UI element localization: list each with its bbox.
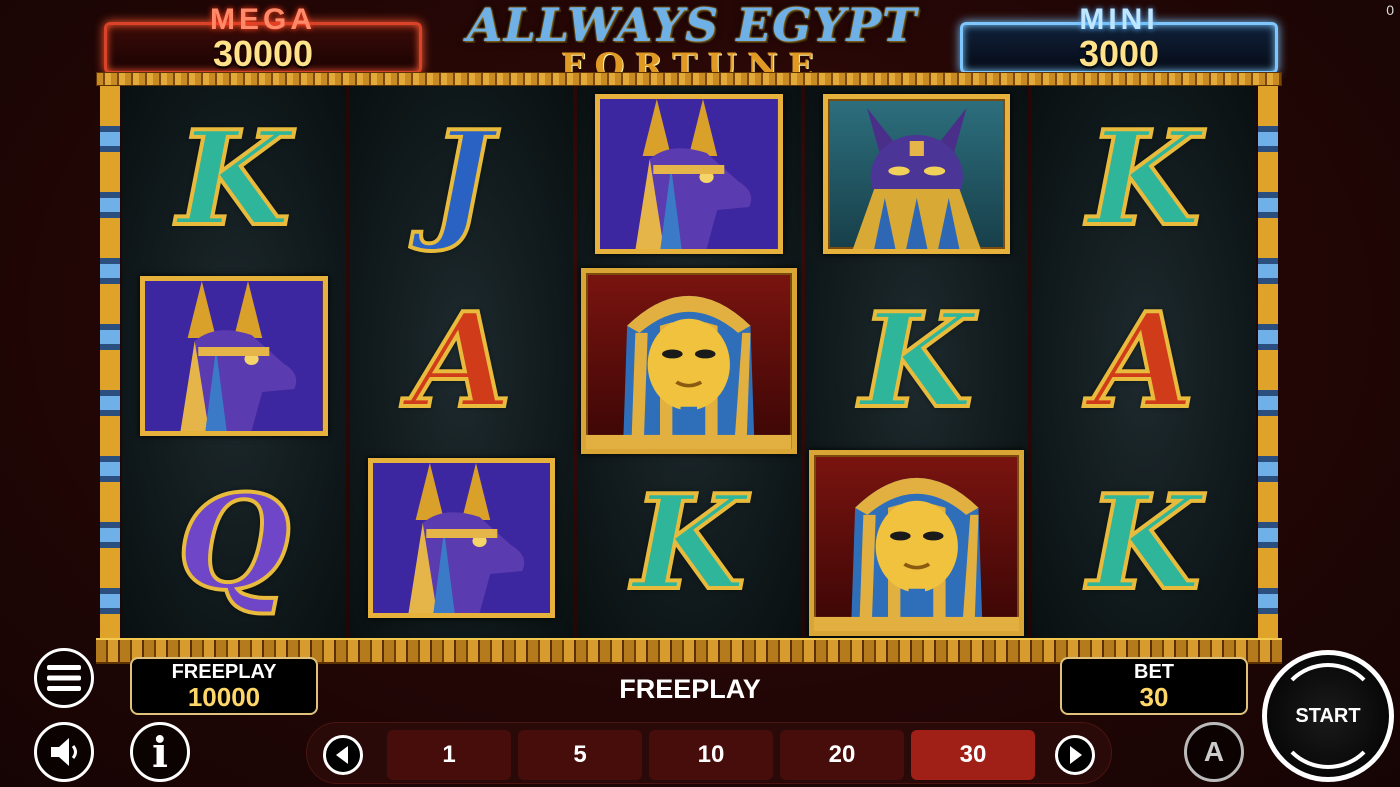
corner-counter: 0: [1386, 2, 1394, 18]
left-pillar: [100, 86, 120, 638]
start-button[interactable]: START: [1262, 650, 1394, 782]
symbol-k: K: [122, 94, 346, 264]
symbol-a: A: [350, 276, 574, 446]
mega-jackpot: MEGA 30000: [104, 3, 422, 74]
reel-5: KAK: [1032, 86, 1256, 638]
reel-frame-top: [96, 72, 1282, 86]
symbol-anubis-icon: [595, 94, 783, 254]
reel-area: KQJAKKKAK: [122, 86, 1256, 638]
symbol-k: K: [1032, 94, 1256, 264]
bet-decrease-button[interactable]: [323, 735, 363, 775]
symbol-letter: Q: [175, 466, 292, 619]
game-logo: ALLWAYS EGYPT FORTUNE: [428, 0, 956, 83]
symbol-letter: K: [630, 466, 747, 619]
mini-jackpot: MINI 3000: [960, 3, 1278, 74]
symbol-pharaoh-icon: [808, 450, 1025, 636]
bet-increase-button[interactable]: [1055, 735, 1095, 775]
bet-selector: 1 5 10 20 30: [306, 722, 1112, 784]
bet-option[interactable]: 1: [387, 730, 511, 780]
symbol-cat-icon: [822, 94, 1011, 254]
symbol-letter: K: [1086, 466, 1203, 619]
symbol-k: K: [805, 276, 1029, 446]
reel-1: KQ: [122, 86, 346, 638]
symbol-k: K: [1032, 458, 1256, 628]
bet-option[interactable]: 5: [518, 730, 642, 780]
status-message: FREEPLAY: [619, 674, 761, 704]
symbol-letter: J: [429, 102, 494, 255]
symbol-a: A: [1032, 276, 1256, 446]
symbol-letter: A: [409, 284, 514, 437]
symbol-pharaoh-icon: [581, 268, 797, 454]
sound-icon: [51, 738, 77, 766]
symbol-letter: K: [175, 102, 292, 255]
symbol-k: K: [577, 458, 801, 628]
bet-label: BET: [1134, 661, 1174, 683]
freeplay-balance: FREEPLAY 10000: [130, 657, 318, 715]
symbol-letter: K: [1086, 102, 1203, 255]
menu-button[interactable]: [34, 648, 94, 708]
symbol-q: Q: [122, 458, 346, 628]
right-arrow-icon: [1070, 746, 1082, 764]
slot-game-screen: 0 MEGA 30000 MINI 3000 ALLWAYS EGYPT FOR…: [0, 0, 1400, 787]
symbol-anubis-icon: [367, 458, 556, 618]
start-label: START: [1295, 704, 1361, 727]
mega-jackpot-value: 30000: [212, 33, 314, 74]
freeplay-label: FREEPLAY: [171, 661, 277, 683]
symbol-j: J: [350, 94, 574, 264]
bet-display: BET 30: [1060, 657, 1248, 715]
mini-jackpot-label: MINI: [1079, 3, 1159, 36]
bet-value: 30: [1139, 682, 1169, 712]
autoplay-icon: A: [1203, 736, 1225, 767]
mini-jackpot-value: 3000: [1078, 33, 1160, 74]
hamburger-menu-icon: [47, 665, 81, 691]
symbol-letter: A: [1092, 284, 1197, 437]
reel-2: JA: [349, 86, 574, 638]
info-icon: i: [152, 727, 168, 777]
mega-jackpot-label: MEGA: [210, 3, 316, 36]
right-pillar: [1258, 86, 1278, 638]
bet-option[interactable]: 10: [649, 730, 773, 780]
info-button[interactable]: i: [130, 722, 190, 782]
autoplay-button[interactable]: A: [1184, 722, 1244, 782]
symbol-anubis-icon: [140, 276, 328, 436]
reel-3: K: [577, 86, 801, 638]
freeplay-value: 10000: [187, 682, 261, 712]
logo-line-1: ALLWAYS EGYPT: [466, 0, 918, 52]
sound-button[interactable]: [34, 722, 94, 782]
left-arrow-icon: [336, 746, 348, 764]
reel-4: K: [804, 86, 1029, 638]
bet-option[interactable]: 20: [780, 730, 904, 780]
bet-option[interactable]: 30: [911, 730, 1035, 780]
symbol-letter: K: [858, 284, 975, 437]
